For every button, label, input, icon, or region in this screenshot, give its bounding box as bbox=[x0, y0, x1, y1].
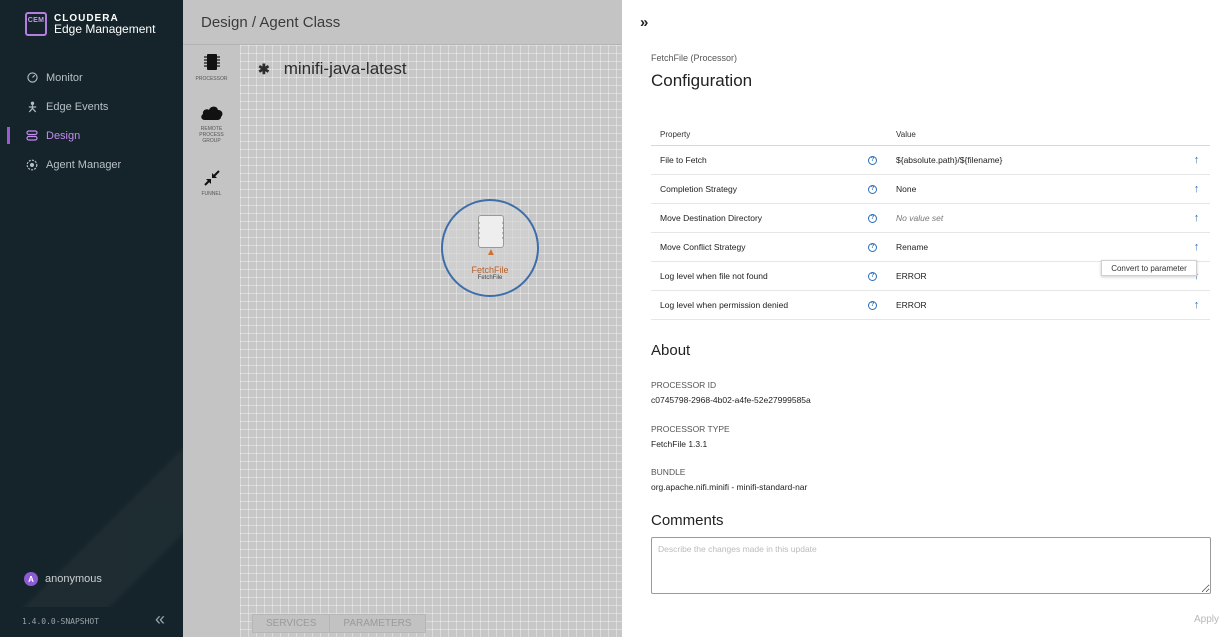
modified-asterisk-icon: ✱ bbox=[258, 60, 270, 77]
gauge-icon bbox=[25, 71, 39, 85]
table-row[interactable]: Completion Strategy ? None ↑ bbox=[651, 175, 1210, 204]
flow-icon bbox=[25, 129, 39, 143]
funnel-tool[interactable]: FUNNEL bbox=[183, 170, 240, 197]
rpg-tool-label: REMOTE PROCESS GROUP bbox=[199, 126, 224, 144]
sidebar-item-agent-manager[interactable]: Agent Manager bbox=[0, 150, 183, 179]
tab-parameters[interactable]: PARAMETERS bbox=[329, 614, 426, 633]
sidebar: CEM CLOUDERA Edge Management Monitor Edg… bbox=[0, 0, 183, 637]
processor-tool-label: PROCESSOR bbox=[195, 76, 228, 82]
column-header-value: Value bbox=[896, 130, 916, 139]
username: anonymous bbox=[45, 573, 102, 585]
property-value[interactable]: ERROR bbox=[896, 300, 1183, 310]
help-icon[interactable]: ? bbox=[868, 271, 877, 281]
apply-button[interactable]: Apply bbox=[1194, 614, 1219, 625]
remote-process-group-tool[interactable]: REMOTE PROCESS GROUP bbox=[183, 105, 240, 144]
table-header: Property Value bbox=[651, 124, 1210, 146]
sidebar-item-label: Edge Events bbox=[46, 100, 109, 113]
component-toolbox: PROCESSOR REMOTE PROCESS GROUP FUNNEL bbox=[183, 45, 240, 637]
property-value[interactable]: No value set bbox=[896, 213, 1183, 223]
gear-icon bbox=[25, 158, 39, 172]
warning-icon: ▲ bbox=[486, 247, 496, 258]
table-row[interactable]: Log level when permission denied ? ERROR… bbox=[651, 291, 1210, 320]
cloud-icon bbox=[200, 106, 222, 120]
processor-node[interactable]: ▲ FetchFile FetchFile bbox=[441, 199, 539, 297]
property-name: Move Conflict Strategy bbox=[660, 242, 746, 252]
sidebar-nav: Monitor Edge Events Design Agent Manager bbox=[0, 63, 183, 179]
version-label: 1.4.0.0-SNAPSHOT bbox=[22, 617, 100, 626]
comments-heading: Comments bbox=[651, 512, 724, 529]
processor-icon bbox=[203, 54, 220, 70]
brand[interactable]: CEM CLOUDERA Edge Management bbox=[25, 8, 155, 40]
flow-title: ✱ minifi-java-latest bbox=[258, 59, 407, 79]
property-name: Completion Strategy bbox=[660, 184, 738, 194]
processor-chip-icon bbox=[478, 215, 504, 248]
processor-node-type: FetchFile bbox=[477, 275, 503, 281]
bundle-label: BUNDLE bbox=[651, 467, 686, 477]
help-icon[interactable]: ? bbox=[868, 184, 877, 194]
sidebar-item-design[interactable]: Design bbox=[0, 121, 183, 150]
tooltip: Convert to parameter bbox=[1101, 260, 1197, 276]
funnel-tool-label: FUNNEL bbox=[201, 191, 222, 197]
sidebar-item-label: Design bbox=[46, 129, 81, 142]
table-row[interactable]: File to Fetch ? ${absolute.path}/${filen… bbox=[651, 146, 1210, 175]
convert-to-parameter-icon[interactable]: ↑ bbox=[1183, 154, 1210, 166]
convert-to-parameter-icon[interactable]: ↑ bbox=[1183, 212, 1210, 224]
configuration-panel: » FetchFile (Processor) Configuration Pr… bbox=[622, 0, 1220, 637]
sidebar-item-label: Agent Manager bbox=[46, 158, 122, 171]
tab-services[interactable]: SERVICES bbox=[252, 614, 331, 633]
property-value[interactable]: None bbox=[896, 184, 1183, 194]
about-heading: About bbox=[651, 342, 691, 359]
convert-to-parameter-icon[interactable]: ↑ bbox=[1183, 183, 1210, 195]
breadcrumb: Design / Agent Class bbox=[201, 14, 341, 31]
bundle-value: org.apache.nifi.minifi - minifi-standard… bbox=[651, 482, 808, 492]
panel-title: Configuration bbox=[651, 71, 753, 90]
property-name: Log level when file not found bbox=[660, 271, 768, 281]
column-header-property: Property bbox=[660, 130, 691, 139]
property-value[interactable]: ${absolute.path}/${filename} bbox=[896, 155, 1183, 165]
table-row[interactable]: Move Conflict Strategy ? Rename ↑ bbox=[651, 233, 1210, 262]
cem-logo-icon: CEM bbox=[25, 12, 47, 36]
funnel-icon bbox=[203, 170, 220, 186]
processor-id-label: PROCESSOR ID bbox=[651, 380, 717, 390]
sidebar-item-monitor[interactable]: Monitor bbox=[0, 63, 183, 92]
avatar: A bbox=[24, 572, 38, 586]
help-icon[interactable]: ? bbox=[868, 213, 877, 223]
comments-textarea[interactable] bbox=[651, 537, 1211, 594]
processor-type-heading: PROCESSOR TYPE bbox=[651, 424, 730, 434]
help-icon[interactable]: ? bbox=[868, 155, 877, 165]
help-icon[interactable]: ? bbox=[868, 242, 877, 252]
brand-text: CLOUDERA Edge Management bbox=[54, 13, 155, 35]
processor-id-value: c0745798-2968-4b02-a4fe-52e27999585a bbox=[651, 395, 811, 405]
sidebar-item-label: Monitor bbox=[46, 71, 83, 84]
processor-type-label: FetchFile (Processor) bbox=[651, 53, 738, 63]
processor-node-name: FetchFile bbox=[471, 265, 509, 275]
person-icon bbox=[25, 100, 39, 114]
flow-name: minifi-java-latest bbox=[283, 59, 407, 78]
property-name: Move Destination Directory bbox=[660, 213, 763, 223]
collapse-panel-icon[interactable]: » bbox=[640, 14, 648, 31]
properties-table: Property Value File to Fetch ? ${absolut… bbox=[651, 124, 1210, 320]
user-menu[interactable]: A anonymous bbox=[24, 572, 102, 586]
convert-to-parameter-icon[interactable]: ↑ bbox=[1183, 241, 1210, 253]
property-value[interactable]: Rename bbox=[896, 242, 1183, 252]
convert-to-parameter-icon[interactable]: ↑ bbox=[1183, 299, 1210, 311]
flow-canvas[interactable] bbox=[240, 45, 622, 637]
collapse-sidebar-icon[interactable]: « bbox=[155, 609, 165, 630]
sidebar-item-edge-events[interactable]: Edge Events bbox=[0, 92, 183, 121]
page-header: Design / Agent Class bbox=[183, 0, 622, 45]
processor-tool[interactable]: PROCESSOR bbox=[183, 53, 240, 82]
canvas-bottom-tabs: SERVICES PARAMETERS bbox=[252, 614, 426, 633]
table-row[interactable]: Move Destination Directory ? No value se… bbox=[651, 204, 1210, 233]
help-icon[interactable]: ? bbox=[868, 300, 877, 310]
processor-type-value: FetchFile 1.3.1 bbox=[651, 439, 708, 449]
property-name: Log level when permission denied bbox=[660, 300, 789, 310]
property-name: File to Fetch bbox=[660, 155, 707, 165]
brand-subtitle: Edge Management bbox=[54, 22, 156, 36]
